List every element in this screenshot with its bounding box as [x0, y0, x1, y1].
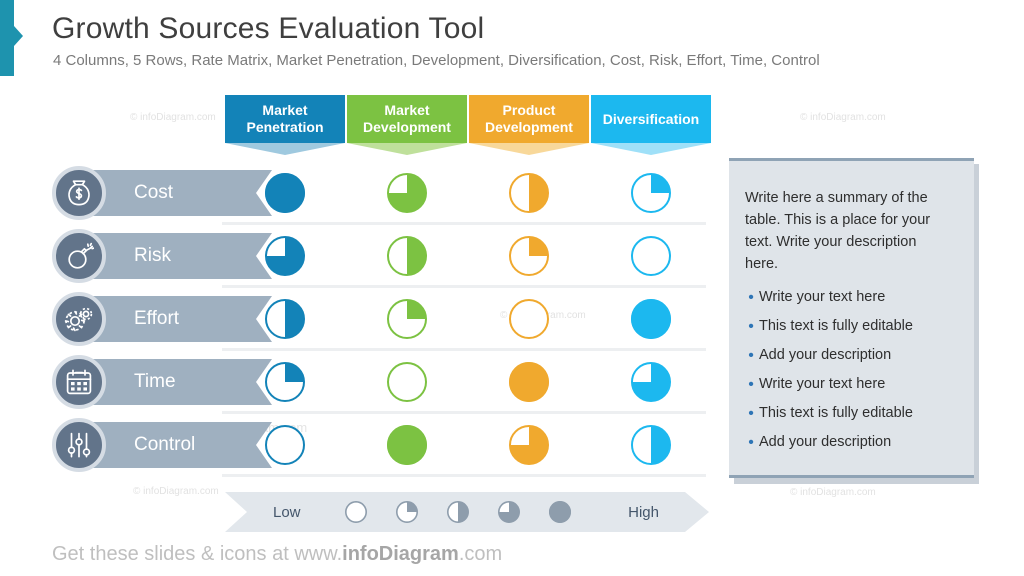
- row-label-text: Cost: [134, 182, 174, 203]
- column-header-label: Market Penetration: [225, 95, 345, 143]
- rating-ball[interactable]: [631, 236, 671, 276]
- legend-ball-level-3: [498, 501, 520, 523]
- rating-ball[interactable]: [509, 236, 549, 276]
- row-label-text: Effort: [134, 308, 180, 329]
- rating-ball[interactable]: [265, 299, 305, 339]
- summary-paragraph: Write here a summary of the table. This …: [745, 190, 931, 272]
- rating-ball[interactable]: [631, 362, 671, 402]
- row-label-ribbon: [80, 233, 272, 279]
- row-separator: [222, 411, 706, 414]
- rating-ball[interactable]: [387, 362, 427, 402]
- legend-scale: Low High: [225, 492, 709, 532]
- column-header-2[interactable]: Market Development: [347, 95, 467, 155]
- sliders-icon: [52, 418, 106, 472]
- watermark: © infoDiagram.com: [133, 486, 219, 497]
- bullet-glyph-icon: •: [748, 405, 754, 422]
- summary-bullet-text: Write your text here: [759, 376, 886, 392]
- summary-bullet-text: Write your text here: [759, 289, 886, 305]
- row-separator: [222, 348, 706, 351]
- summary-bullet-item: • Write your text here: [743, 370, 963, 399]
- legend-ball-level-4: [549, 501, 571, 523]
- column-header-chevron-icon: [225, 143, 345, 155]
- column-header-label: Market Development: [347, 95, 467, 143]
- column-header-1[interactable]: Market Penetration: [225, 95, 345, 155]
- row-separator: [222, 222, 706, 225]
- watermark: © infoDiagram.com: [130, 112, 216, 123]
- bomb-icon: [52, 229, 106, 283]
- rating-ball[interactable]: [509, 425, 549, 465]
- legend-ball-level-2: [447, 501, 469, 523]
- footer-credit: Get these slides & icons at www.infoDiag…: [52, 543, 502, 566]
- watermark: © infoDiagram.com: [800, 112, 886, 123]
- rating-ball[interactable]: [265, 173, 305, 213]
- summary-bullet-item: • Write your text here: [743, 283, 963, 312]
- rating-ball[interactable]: [387, 173, 427, 213]
- summary-bullet-item: • This text is fully editable: [743, 399, 963, 428]
- page-subtitle: 4 Columns, 5 Rows, Rate Matrix, Market P…: [53, 52, 820, 69]
- page-title: Growth Sources Evaluation Tool: [52, 12, 485, 45]
- legend-high-label: High: [628, 503, 659, 521]
- bullet-glyph-icon: •: [748, 289, 754, 306]
- footer-prefix: Get these slides & icons at www.: [52, 543, 343, 565]
- rating-ball[interactable]: [265, 425, 305, 465]
- legend-low-label: Low: [273, 503, 301, 521]
- row-label-ribbon: [80, 359, 272, 405]
- column-header-label: Diversification: [591, 95, 711, 143]
- bullet-glyph-icon: •: [748, 318, 754, 335]
- calendar-icon: [52, 355, 106, 409]
- summary-bullet-text: This text is fully editable: [759, 318, 913, 334]
- row-separator: [222, 474, 706, 477]
- row-separator: [222, 285, 706, 288]
- watermark: © infoDiagram.com: [790, 487, 876, 498]
- row-label-text: Risk: [134, 245, 171, 266]
- column-header-4[interactable]: Diversification: [591, 95, 711, 155]
- rating-ball[interactable]: [509, 362, 549, 402]
- slide-canvas: Growth Sources Evaluation Tool 4 Columns…: [0, 0, 1024, 576]
- row-label-text: Control: [134, 434, 196, 455]
- rating-ball[interactable]: [509, 299, 549, 339]
- rating-ball[interactable]: [265, 236, 305, 276]
- row-label-ribbon: [80, 170, 272, 216]
- column-header-chevron-icon: [469, 143, 589, 155]
- rating-ball[interactable]: [265, 362, 305, 402]
- legend-ball-level-1: [396, 501, 418, 523]
- gears-icon: [52, 292, 106, 346]
- summary-panel[interactable]: Write here a summary of the table. This …: [729, 158, 974, 478]
- column-header-chevron-icon: [347, 143, 467, 155]
- column-header-label: Product Development: [469, 95, 589, 143]
- left-accent-bar: [0, 0, 14, 76]
- column-header-chevron-icon: [591, 143, 711, 155]
- footer-suffix: .com: [458, 543, 503, 565]
- rating-ball[interactable]: [631, 299, 671, 339]
- summary-bullet-text: This text is fully editable: [759, 405, 913, 421]
- row-label-text: Time: [134, 371, 176, 392]
- rating-ball[interactable]: [387, 425, 427, 465]
- summary-bullet-item: • Add your description: [743, 428, 963, 457]
- summary-bullet-item: • Add your description: [743, 341, 963, 370]
- summary-bullet-text: Add your description: [759, 347, 892, 363]
- legend-ball-level-0: [345, 501, 367, 523]
- rating-ball[interactable]: [387, 299, 427, 339]
- summary-bullet-text: Add your description: [759, 434, 892, 450]
- rating-ball[interactable]: [387, 236, 427, 276]
- summary-bullet-list: • Write your text here • This text is fully…: [743, 283, 963, 457]
- left-accent-notch-icon: [14, 26, 23, 46]
- rating-ball[interactable]: [631, 173, 671, 213]
- footer-brand: infoDiagram: [342, 543, 459, 565]
- rating-ball[interactable]: [631, 425, 671, 465]
- bullet-glyph-icon: •: [748, 434, 754, 451]
- column-header-3[interactable]: Product Development: [469, 95, 589, 155]
- money-bag-icon: [52, 166, 106, 220]
- rating-ball[interactable]: [509, 173, 549, 213]
- summary-bullet-item: • This text is fully editable: [743, 312, 963, 341]
- bullet-glyph-icon: •: [748, 376, 754, 393]
- bullet-glyph-icon: •: [748, 347, 754, 364]
